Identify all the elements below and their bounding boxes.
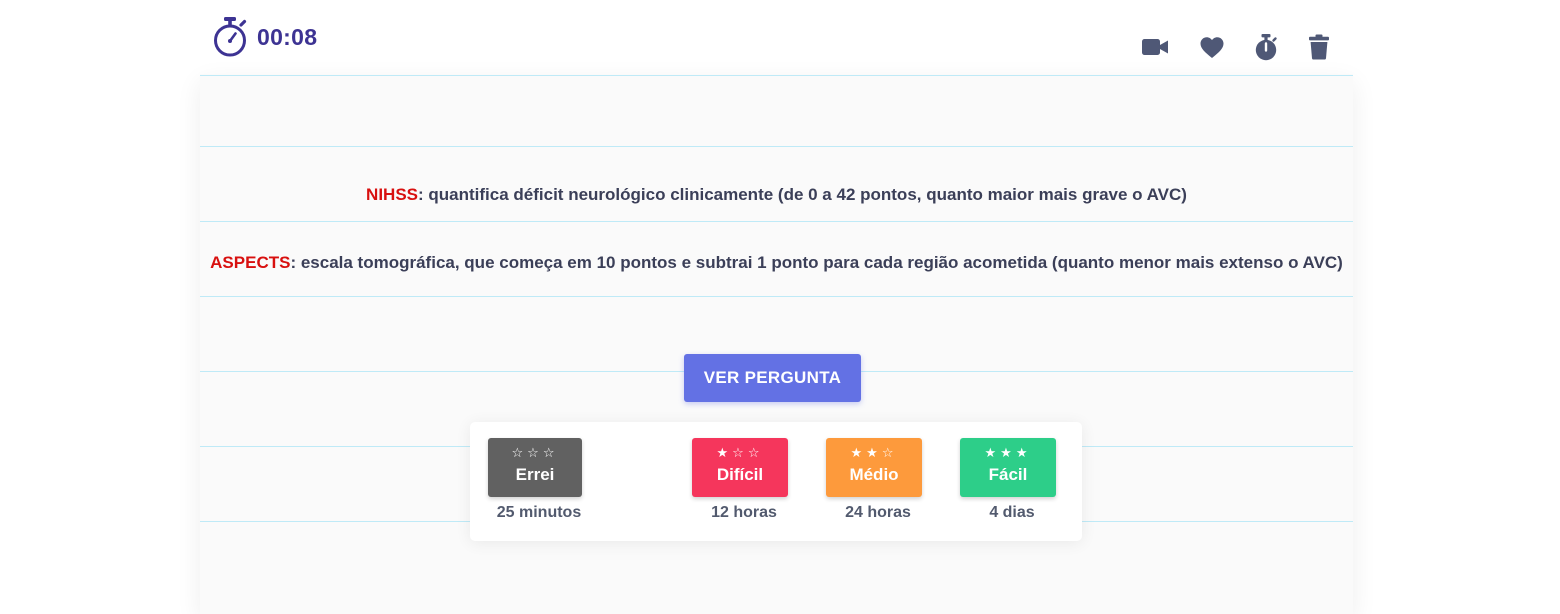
answer-line-aspects: ASPECTS: escala tomográfica, que começa … <box>200 253 1353 273</box>
star-rating-icon: ★☆☆ <box>716 445 764 460</box>
grade-label: Fácil <box>988 465 1028 484</box>
term-label: ASPECTS <box>210 253 291 272</box>
interval-label: 12 horas <box>711 504 777 521</box>
definition-text: : escala tomográfica, que começa em 10 p… <box>290 253 1343 272</box>
video-button[interactable] <box>1139 31 1171 63</box>
ruled-line <box>200 146 1353 147</box>
grade-button-facil[interactable]: ★★★ Fácil <box>960 438 1056 497</box>
grade-button-dificil[interactable]: ★☆☆ Difícil <box>692 438 788 497</box>
ruled-line <box>200 75 1353 76</box>
answer-line-nihss: NIHSS: quantifica déficit neurológico cl… <box>200 185 1353 205</box>
star-rating-icon: ★★★ <box>984 445 1032 460</box>
card-toolbar <box>0 31 1560 63</box>
favorite-button[interactable] <box>1196 31 1228 63</box>
definition-text: : quantifica déficit neurológico clinica… <box>418 185 1187 204</box>
grade-label: Médio <box>849 465 899 484</box>
video-camera-icon <box>1142 39 1168 55</box>
grade-button-errei[interactable]: ☆☆☆ Errei <box>488 438 582 497</box>
star-rating-icon: ☆☆☆ <box>511 445 559 460</box>
show-question-button[interactable]: VER PERGUNTA <box>684 354 861 402</box>
delete-button[interactable] <box>1303 31 1335 63</box>
grade-label: Errei <box>515 465 555 484</box>
heart-icon <box>1200 36 1224 58</box>
timer-button[interactable] <box>1250 31 1282 63</box>
star-rating-icon: ★★☆ <box>850 445 898 460</box>
ruled-line <box>200 296 1353 297</box>
interval-label: 25 minutos <box>496 504 582 521</box>
trash-icon <box>1309 34 1329 60</box>
grade-label: Difícil <box>716 465 764 484</box>
term-label: NIHSS <box>366 185 419 204</box>
ruled-line <box>200 221 1353 222</box>
interval-label: 24 horas <box>845 504 911 521</box>
interval-label: 4 dias <box>989 504 1035 521</box>
stopwatch-icon <box>1255 34 1277 61</box>
grade-button-medio[interactable]: ★★☆ Médio <box>826 438 922 497</box>
